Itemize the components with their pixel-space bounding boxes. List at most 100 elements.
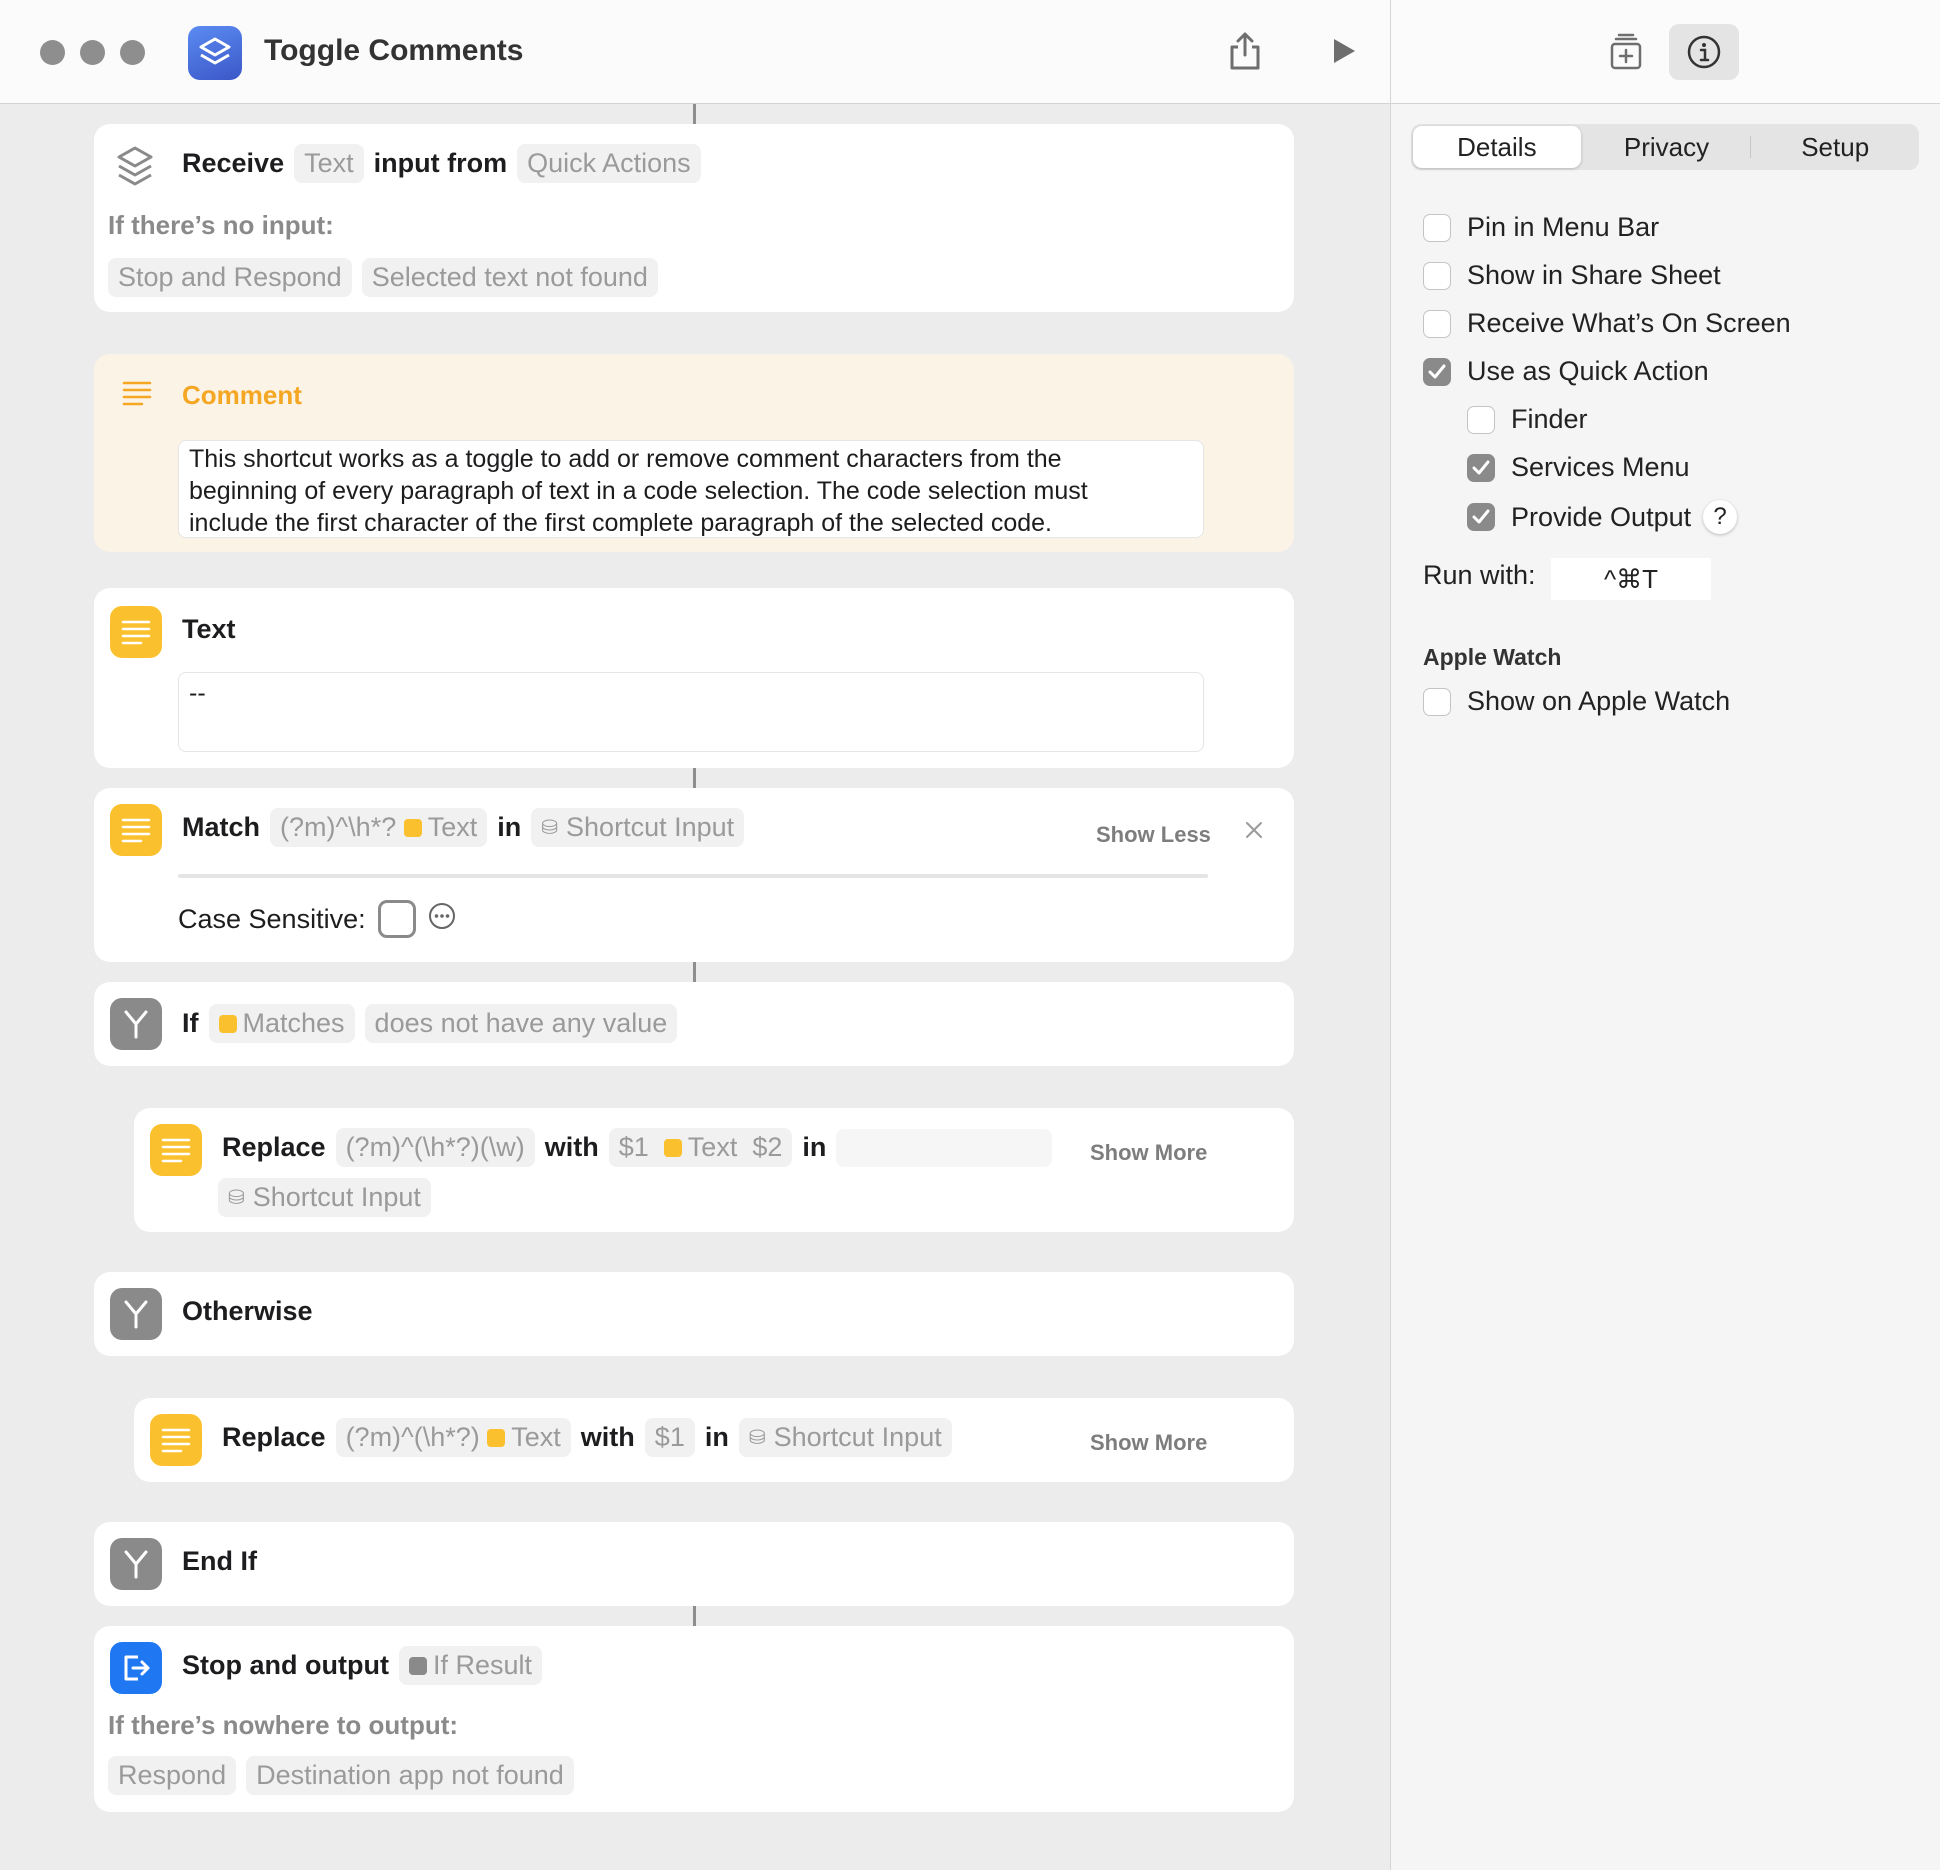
help-button[interactable]: ?	[1703, 500, 1738, 534]
comment-lines-icon	[122, 380, 152, 411]
input-source-token[interactable]: Quick Actions	[517, 144, 701, 183]
inspector-panel: Details Privacy Setup Pin in Menu Bar Sh…	[1390, 0, 1940, 1870]
stop-output-keyword: Stop and output	[182, 1650, 389, 1680]
stop-and-output-action-card[interactable]: Stop and output If Result If there’s now…	[94, 1626, 1294, 1812]
show-in-share-sheet-checkbox[interactable]	[1423, 261, 1451, 290]
case-sensitive-label: Case Sensitive:	[178, 903, 366, 934]
flow-connector	[693, 1606, 696, 1626]
shortcut-input-label: Shortcut Input	[773, 1422, 942, 1452]
finder-option[interactable]: Finder	[1467, 404, 1588, 435]
branch-icon	[110, 998, 162, 1050]
pattern-token[interactable]: (?m)^(\h*?)(\w)	[335, 1128, 535, 1167]
respond-token[interactable]: Respond	[108, 1756, 237, 1795]
ellipsis-circle-icon[interactable]	[428, 902, 456, 937]
info-icon[interactable]	[1669, 24, 1739, 80]
case-sensitive-checkbox[interactable]	[377, 900, 416, 938]
comment-action-card[interactable]: Comment This shortcut works as a toggle …	[94, 354, 1294, 552]
input-type-token[interactable]: Text	[294, 144, 364, 183]
keyboard-shortcut-field[interactable]: ^⌘T	[1551, 558, 1711, 600]
services-menu-checkbox[interactable]	[1467, 453, 1495, 482]
show-in-share-sheet-option[interactable]: Show in Share Sheet	[1423, 260, 1721, 291]
receive-action-card[interactable]: Receive Text input from Quick Actions If…	[94, 124, 1294, 312]
shortcut-input-token[interactable]: ⛁ Shortcut Input	[531, 808, 745, 847]
pattern-token[interactable]: (?m)^(\h*?) Text	[335, 1418, 571, 1457]
option-label: Finder	[1511, 404, 1588, 434]
match-keyword: Match	[182, 812, 261, 842]
text-action-icon	[150, 1124, 202, 1176]
replacement-token[interactable]: $1	[644, 1418, 695, 1457]
replacement-token[interactable]: $1 Text $2	[608, 1128, 793, 1167]
tab-setup[interactable]: Setup	[1751, 124, 1919, 170]
condition-token[interactable]: does not have any value	[364, 1004, 678, 1043]
if-result-token[interactable]: If Result	[398, 1646, 542, 1685]
matches-variable-icon	[218, 1014, 237, 1033]
show-more-button[interactable]: Show More	[1090, 1430, 1207, 1456]
text-value-field[interactable]: --	[178, 672, 1204, 752]
use-as-quick-action-option[interactable]: Use as Quick Action	[1423, 356, 1709, 387]
show-less-button[interactable]: Show Less	[1096, 822, 1211, 848]
replace-keyword: Replace	[222, 1422, 326, 1452]
text-action-icon	[110, 804, 162, 856]
pattern-token[interactable]: (?m)^\h*? Text	[270, 808, 488, 847]
receive-whats-on-screen-option[interactable]: Receive What’s On Screen	[1423, 308, 1791, 339]
zoom-window-button[interactable]	[120, 40, 145, 65]
shortcut-input-token[interactable]: ⛁ Shortcut Input	[738, 1418, 952, 1457]
otherwise-action-card[interactable]: Otherwise	[94, 1272, 1294, 1356]
replace-action-card[interactable]: Replace (?m)^(\h*?)(\w) with $1 Text $2 …	[134, 1108, 1294, 1232]
close-window-button[interactable]	[40, 40, 65, 65]
comment-line: This shortcut works as a toggle to add o…	[189, 445, 1062, 473]
receive-whats-on-screen-checkbox[interactable]	[1423, 309, 1451, 338]
pin-in-menu-bar-checkbox[interactable]	[1423, 213, 1451, 242]
show-on-apple-watch-checkbox[interactable]	[1423, 687, 1451, 716]
options-divider	[178, 874, 1208, 878]
finder-checkbox[interactable]	[1467, 405, 1495, 434]
show-on-apple-watch-option[interactable]: Show on Apple Watch	[1423, 686, 1730, 717]
comment-text-field[interactable]: This shortcut works as a toggle to add o…	[178, 440, 1204, 538]
pin-in-menu-bar-option[interactable]: Pin in Menu Bar	[1423, 212, 1659, 243]
provide-output-checkbox[interactable]	[1467, 503, 1495, 531]
respond-message-token[interactable]: Selected text not found	[361, 258, 658, 297]
replace-action-card[interactable]: Replace (?m)^(\h*?) Text with $1 in ⛁ Sho…	[134, 1398, 1294, 1482]
use-as-quick-action-checkbox[interactable]	[1423, 357, 1451, 386]
share-icon[interactable]	[1222, 28, 1268, 74]
option-label: Pin in Menu Bar	[1467, 212, 1660, 242]
provide-output-option[interactable]: Provide Output ?	[1467, 500, 1738, 534]
text-variable-icon	[487, 1428, 506, 1447]
inspector-toolbar	[1391, 0, 1940, 104]
in-keyword: in	[497, 812, 522, 842]
matches-variable-token[interactable]: Matches	[208, 1004, 355, 1043]
shortcut-input-glyph-icon: ⛁	[228, 1187, 245, 1209]
close-icon[interactable]	[1244, 820, 1264, 845]
minimize-window-button[interactable]	[80, 40, 105, 65]
empty-token[interactable]	[836, 1128, 1053, 1167]
if-action-card[interactable]: If Matches does not have any value	[94, 982, 1294, 1066]
shortcut-input-token[interactable]: ⛁ Shortcut Input	[218, 1178, 431, 1217]
shortcut-input-glyph-icon: ⛁	[748, 1427, 766, 1449]
with-keyword: with	[580, 1422, 635, 1452]
in-keyword: in	[802, 1132, 827, 1162]
shortcut-editor[interactable]: Receive Text input from Quick Actions If…	[0, 104, 1390, 1870]
add-to-library-icon[interactable]	[1591, 24, 1661, 80]
checkmark-icon	[1472, 509, 1490, 524]
if-result-icon	[408, 1656, 427, 1675]
checkmark-icon	[1428, 364, 1446, 378]
run-with-label: Run with:	[1423, 560, 1536, 590]
end-if-action-card[interactable]: End If	[94, 1522, 1294, 1606]
replace-keyword: Replace	[222, 1132, 326, 1162]
shortcut-app-icon	[188, 26, 242, 80]
respond-message-token[interactable]: Destination app not found	[246, 1756, 574, 1795]
branch-icon	[110, 1538, 162, 1590]
tab-details[interactable]: Details	[1413, 126, 1581, 168]
flow-connector	[693, 768, 696, 788]
play-icon[interactable]	[1320, 28, 1366, 74]
text-action-icon	[150, 1414, 202, 1466]
match-action-card[interactable]: Match (?m)^\h*? Text in ⛁ Shortcut Input …	[94, 788, 1294, 962]
pattern-text: (?m)^(\h*?)	[345, 1422, 480, 1452]
in-keyword: in	[704, 1422, 729, 1452]
services-menu-option[interactable]: Services Menu	[1467, 452, 1690, 483]
stop-and-respond-token[interactable]: Stop and Respond	[108, 258, 352, 297]
tab-privacy[interactable]: Privacy	[1583, 124, 1751, 170]
show-more-button[interactable]: Show More	[1090, 1140, 1207, 1166]
text-action-card[interactable]: Text --	[94, 588, 1294, 768]
nowhere-to-output-label: If there’s nowhere to output:	[108, 1710, 459, 1740]
